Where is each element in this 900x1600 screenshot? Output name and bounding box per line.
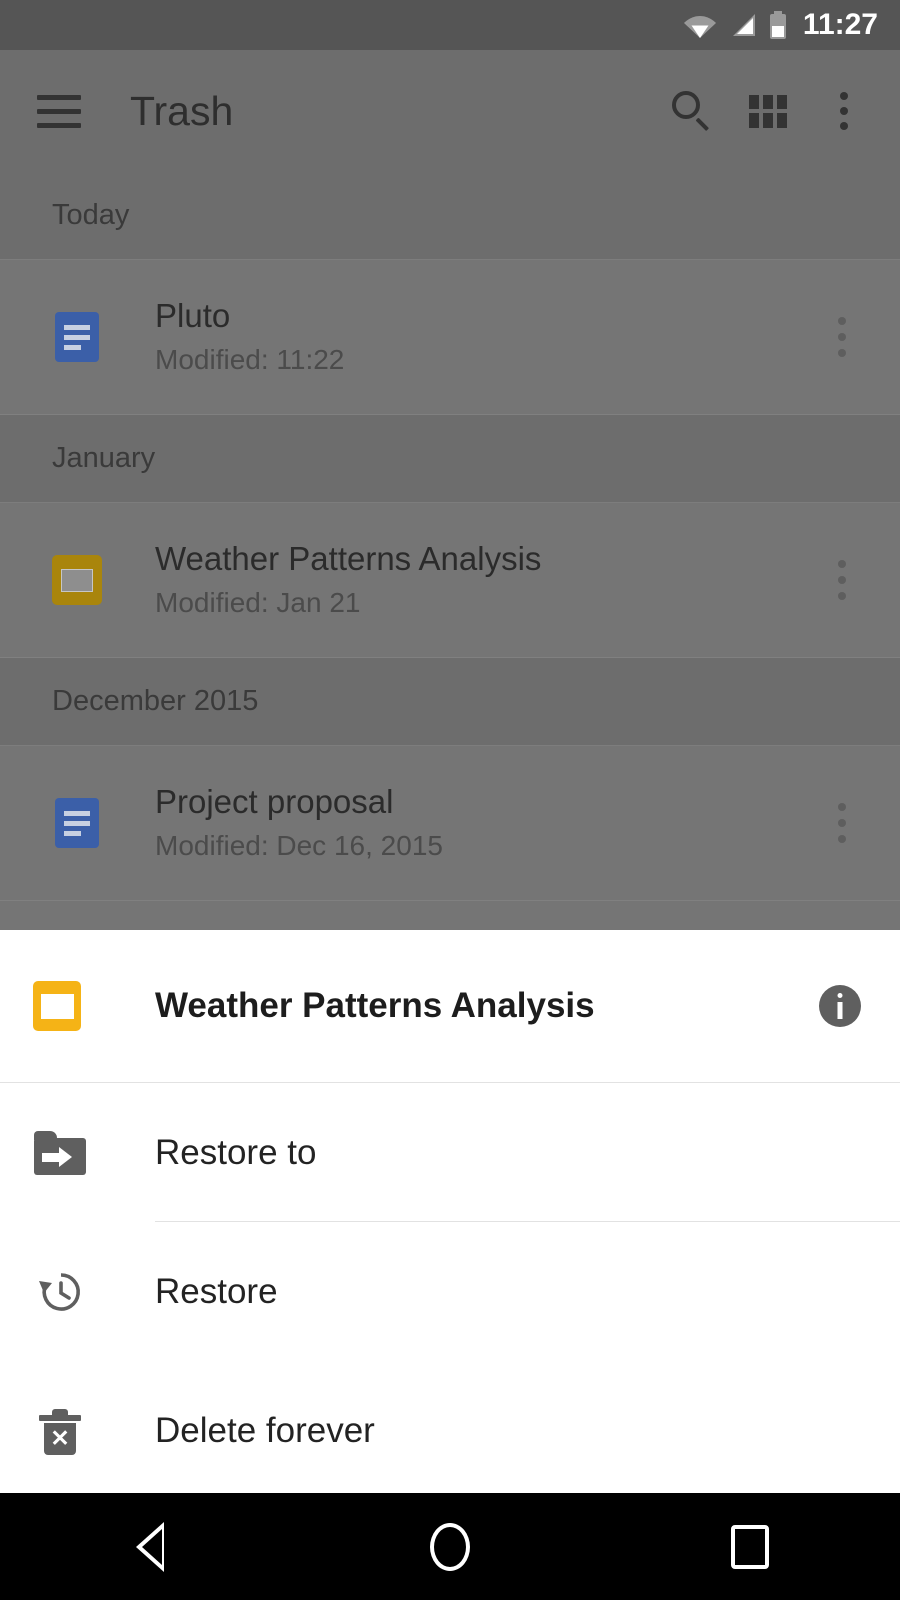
file-name: Project proposal [155,783,394,821]
back-triangle-icon[interactable] [0,1493,300,1600]
bottom-sheet-header: Weather Patterns Analysis [0,930,900,1083]
menu-item-delete-forever[interactable]: ✕ Delete forever [0,1361,900,1500]
menu-item-label: Delete forever [155,1410,375,1450]
file-list: Today Pluto Modified: 11:22 January Weat… [0,172,900,901]
hamburger-menu-icon[interactable] [28,80,90,142]
delete-forever-icon: ✕ [32,1407,88,1455]
google-slides-icon [32,981,82,1031]
file-list-item[interactable]: Pluto Modified: 11:22 [0,260,900,415]
file-action-bottom-sheet: Weather Patterns Analysis Restore to Res… [0,930,900,1470]
file-list-item[interactable]: Weather Patterns Analysis Modified: Jan … [0,503,900,658]
status-bar: 11:27 [0,0,900,50]
home-circle-icon[interactable] [300,1493,600,1600]
info-icon[interactable] [810,985,870,1027]
row-overflow-menu-icon[interactable] [814,560,870,600]
google-docs-icon [48,312,106,362]
battery-icon [769,11,787,39]
wifi-icon [683,12,717,38]
row-overflow-menu-icon[interactable] [814,803,870,843]
list-section-header: January [0,415,900,503]
app-content-scrim: Trash Today Pluto Modified: 11:22 Januar… [0,50,900,930]
row-overflow-menu-icon[interactable] [814,317,870,357]
list-section-header: December 2015 [0,658,900,746]
file-modified: Modified: Dec 16, 2015 [155,829,443,861]
file-list-item[interactable]: Project proposal Modified: Dec 16, 2015 [0,746,900,901]
restore-history-icon [32,1269,88,1315]
menu-item-label: Restore [155,1271,278,1311]
search-icon[interactable] [654,73,730,149]
app-toolbar: Trash [0,50,900,172]
file-item-texts: Weather Patterns Analysis Modified: Jan … [155,541,814,618]
file-name: Pluto [155,297,231,335]
menu-item-restore-to[interactable]: Restore to [0,1083,900,1222]
file-modified: Modified: 11:22 [155,343,345,375]
recents-square-icon[interactable] [600,1493,900,1600]
grid-view-icon[interactable] [730,73,806,149]
android-navigation-bar [0,1493,900,1600]
status-bar-clock: 11:27 [802,8,878,41]
menu-item-restore[interactable]: Restore [0,1222,900,1361]
file-modified: Modified: Jan 21 [155,586,361,618]
android-screen: 11:27 Trash Today Pluto Modified: 11:22 … [0,0,900,1600]
file-item-texts: Pluto Modified: 11:22 [155,298,814,375]
cell-signal-icon [729,12,757,38]
google-docs-icon [48,798,106,848]
page-title: Trash [130,87,234,134]
menu-item-label: Restore to [155,1132,317,1172]
overflow-menu-icon[interactable] [806,73,882,149]
list-section-header: Today [0,172,900,260]
file-item-texts: Project proposal Modified: Dec 16, 2015 [155,784,814,861]
folder-move-icon [32,1130,88,1175]
google-slides-icon [48,555,106,605]
bottom-sheet-file-title: Weather Patterns Analysis [155,986,595,1025]
file-name: Weather Patterns Analysis [155,540,542,578]
